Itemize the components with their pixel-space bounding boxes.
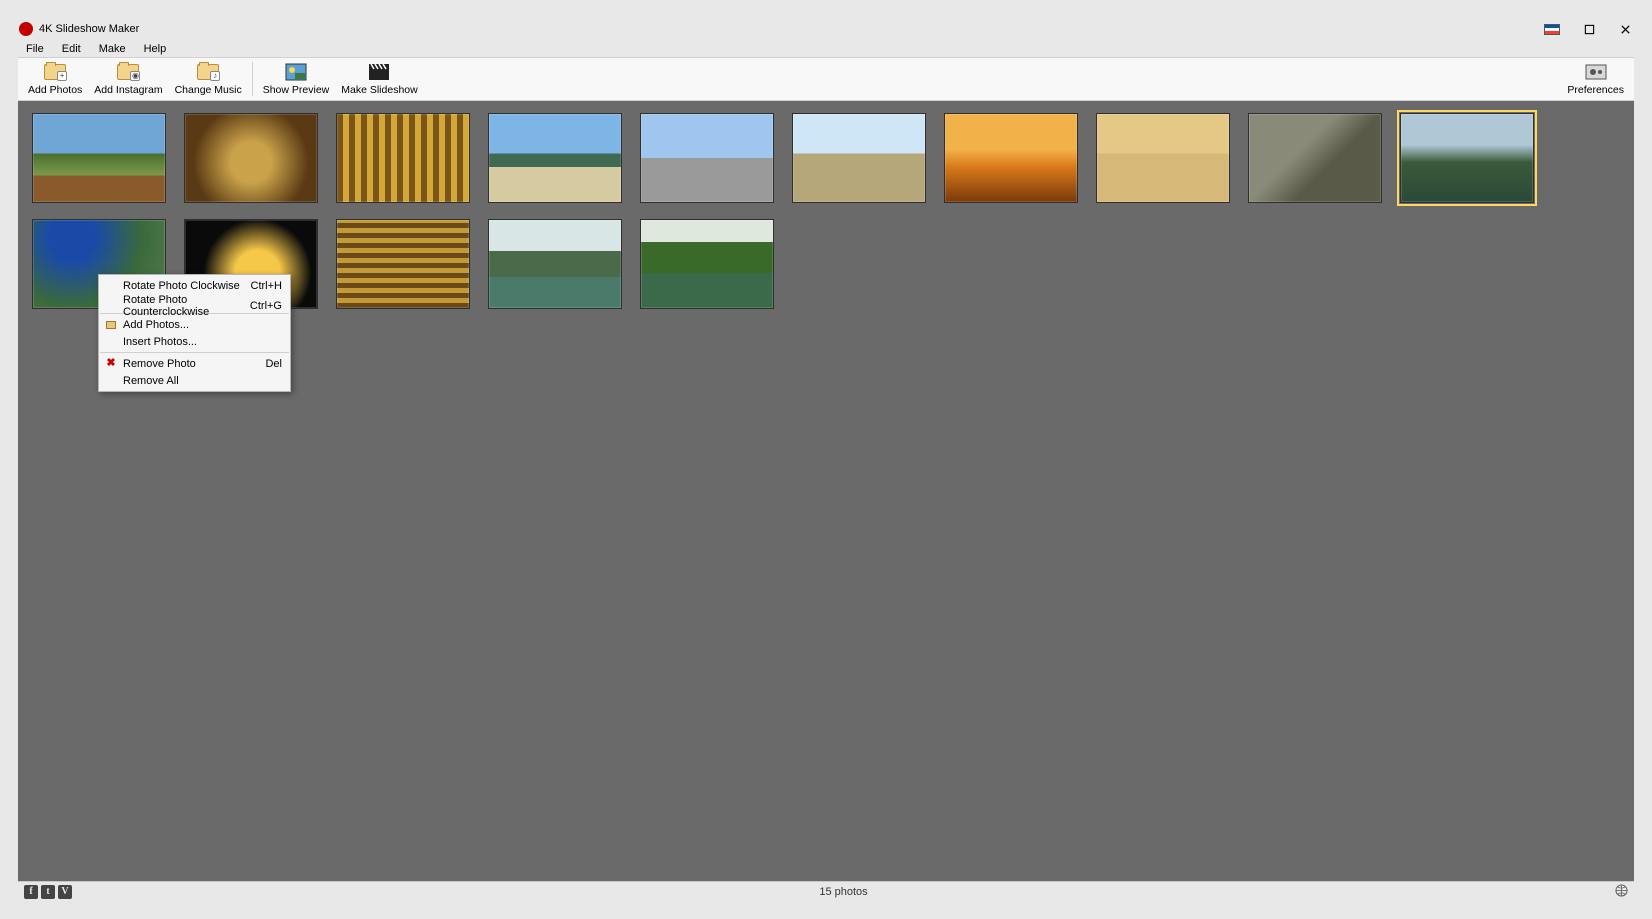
title-bar: 4K Slideshow Maker xyxy=(18,18,1634,40)
facebook-icon[interactable]: f xyxy=(24,885,38,899)
ctx-rotate-cw-shortcut: Ctrl+H xyxy=(251,280,282,292)
toolbar-separator xyxy=(252,62,253,96)
menu-bar: File Edit Make Help xyxy=(18,40,1634,57)
title-bar-left: 4K Slideshow Maker xyxy=(18,22,139,36)
add-photos-button[interactable]: + Add Photos xyxy=(22,58,88,100)
photo-thumbnail[interactable] xyxy=(32,113,166,203)
status-count: 15 photos xyxy=(72,886,1615,898)
close-button[interactable] xyxy=(1618,22,1632,36)
toolbar: + Add Photos ◉ Add Instagram ♪ Change Mu… xyxy=(18,57,1634,101)
ctx-add-photos-label: Add Photos... xyxy=(123,319,282,331)
show-preview-label: Show Preview xyxy=(263,84,330,96)
menu-make[interactable]: Make xyxy=(95,42,130,56)
title-bar-right xyxy=(1544,22,1632,36)
photo-thumbnail[interactable] xyxy=(944,113,1078,203)
photo-thumbnail[interactable] xyxy=(640,219,774,309)
preferences-icon xyxy=(1584,62,1608,82)
photo-thumbnail[interactable] xyxy=(184,113,318,203)
add-photos-icon xyxy=(101,321,121,329)
clapperboard-icon xyxy=(367,62,391,82)
photo-thumbnail[interactable] xyxy=(640,113,774,203)
photo-thumbnail[interactable] xyxy=(1248,113,1382,203)
folder-add-icon: + xyxy=(43,62,67,82)
photo-thumbnail[interactable] xyxy=(336,113,470,203)
ctx-rotate-cw-label: Rotate Photo Clockwise xyxy=(123,280,251,292)
window-title: 4K Slideshow Maker xyxy=(39,23,139,35)
photo-thumbnail[interactable] xyxy=(1096,113,1230,203)
globe-icon[interactable] xyxy=(1615,884,1628,900)
make-slideshow-button[interactable]: Make Slideshow xyxy=(335,58,423,100)
preferences-label: Preferences xyxy=(1567,84,1624,96)
preview-icon xyxy=(284,62,308,82)
remove-icon: ✖ xyxy=(101,358,121,369)
menu-help[interactable]: Help xyxy=(140,42,171,56)
ctx-insert-photos[interactable]: Insert Photos... xyxy=(99,333,290,350)
ctx-remove-photo-label: Remove Photo xyxy=(123,358,265,370)
status-bar: f t V 15 photos xyxy=(18,881,1634,901)
maximize-button[interactable] xyxy=(1582,22,1596,36)
ctx-rotate-cw[interactable]: Rotate Photo Clockwise Ctrl+H xyxy=(99,277,290,294)
ctx-remove-photo[interactable]: ✖ Remove Photo Del xyxy=(99,355,290,372)
photo-thumbnail-selected[interactable] xyxy=(1400,113,1534,203)
ctx-remove-all[interactable]: Remove All xyxy=(99,372,290,389)
add-instagram-button[interactable]: ◉ Add Instagram xyxy=(88,58,168,100)
app-window: 4K Slideshow Maker File Edit Make Help +… xyxy=(18,18,1634,901)
add-instagram-label: Add Instagram xyxy=(94,84,162,96)
photo-thumbnail[interactable] xyxy=(488,219,622,309)
add-photos-label: Add Photos xyxy=(28,84,82,96)
context-menu: Rotate Photo Clockwise Ctrl+H Rotate Pho… xyxy=(98,274,291,392)
menu-file[interactable]: File xyxy=(22,42,48,56)
photo-thumbnail[interactable] xyxy=(488,113,622,203)
photo-thumbnail[interactable] xyxy=(792,113,926,203)
ctx-rotate-ccw-label: Rotate Photo Counterclockwise xyxy=(123,294,250,318)
make-slideshow-label: Make Slideshow xyxy=(341,84,417,96)
photo-thumbnail[interactable] xyxy=(336,219,470,309)
ctx-rotate-ccw[interactable]: Rotate Photo Counterclockwise Ctrl+G xyxy=(99,294,290,311)
ctx-rotate-ccw-shortcut: Ctrl+G xyxy=(250,300,282,312)
folder-music-icon: ♪ xyxy=(196,62,220,82)
show-preview-button[interactable]: Show Preview xyxy=(257,58,336,100)
ctx-separator xyxy=(100,352,289,353)
app-icon xyxy=(19,22,33,36)
twitter-icon[interactable]: t xyxy=(41,885,55,899)
ctx-add-photos[interactable]: Add Photos... xyxy=(99,316,290,333)
ctx-remove-photo-shortcut: Del xyxy=(265,358,282,370)
social-links: f t V xyxy=(24,885,72,899)
preferences-button[interactable]: Preferences xyxy=(1561,58,1630,100)
language-flag-icon[interactable] xyxy=(1544,24,1560,35)
menu-edit[interactable]: Edit xyxy=(58,42,85,56)
ctx-insert-photos-label: Insert Photos... xyxy=(123,336,282,348)
vimeo-icon[interactable]: V xyxy=(58,885,72,899)
ctx-remove-all-label: Remove All xyxy=(123,375,282,387)
change-music-label: Change Music xyxy=(175,84,242,96)
change-music-button[interactable]: ♪ Change Music xyxy=(169,58,248,100)
folder-instagram-icon: ◉ xyxy=(116,62,140,82)
photo-grid[interactable]: Rotate Photo Clockwise Ctrl+H Rotate Pho… xyxy=(18,101,1634,881)
